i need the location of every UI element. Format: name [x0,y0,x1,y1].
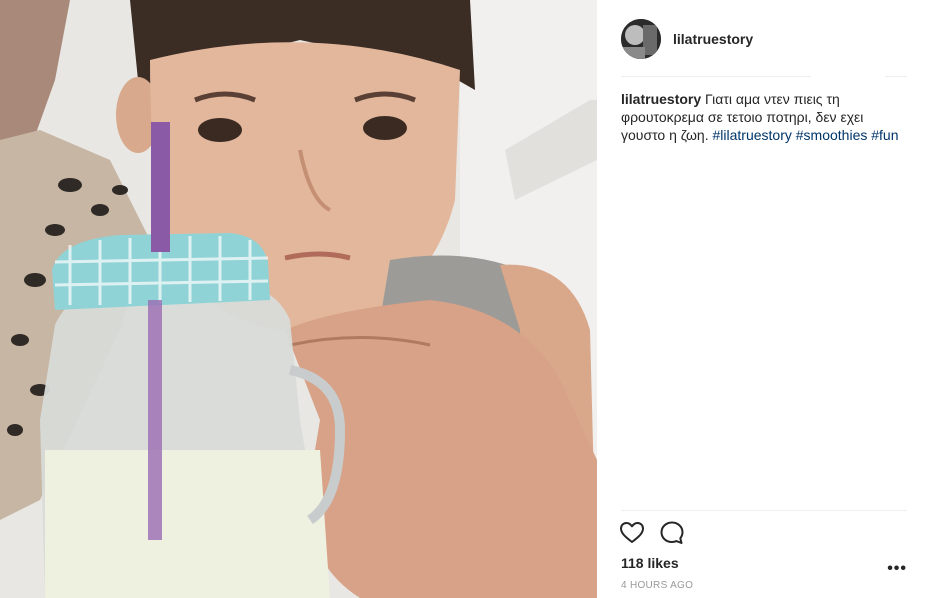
post-photo[interactable] [0,0,597,598]
post-header: lilatruestory [621,18,907,60]
comment-icon [660,521,684,544]
actions-divider [621,510,907,511]
hashtag-link[interactable]: #fun [871,127,898,143]
instagram-post: lilatruestory lilatruestory Γιατι αμα ντ… [0,0,931,598]
hashtag-link[interactable]: #lilatruestory [713,127,792,143]
post-timestamp: 4 HOURS AGO [621,580,694,591]
likes-count[interactable]: 118 likes [621,555,679,571]
post-image [0,0,597,598]
more-options-icon[interactable]: ••• [887,560,907,578]
comment-button[interactable] [659,520,685,546]
header-divider-right [885,76,907,77]
post-actions [619,520,685,546]
avatar-image [621,19,661,59]
caption-username-link[interactable]: lilatruestory [621,91,701,107]
avatar[interactable] [621,19,661,59]
hashtag-link[interactable]: #smoothies [796,127,868,143]
post-sidebar: lilatruestory lilatruestory Γιατι αμα ντ… [597,0,931,598]
post-caption: lilatruestory Γιατι αμα ντεν πιεις τη φρ… [621,90,911,144]
header-username-link[interactable]: lilatruestory [673,31,753,47]
heart-icon [620,522,644,543]
like-button[interactable] [619,520,645,546]
header-divider [621,76,811,77]
